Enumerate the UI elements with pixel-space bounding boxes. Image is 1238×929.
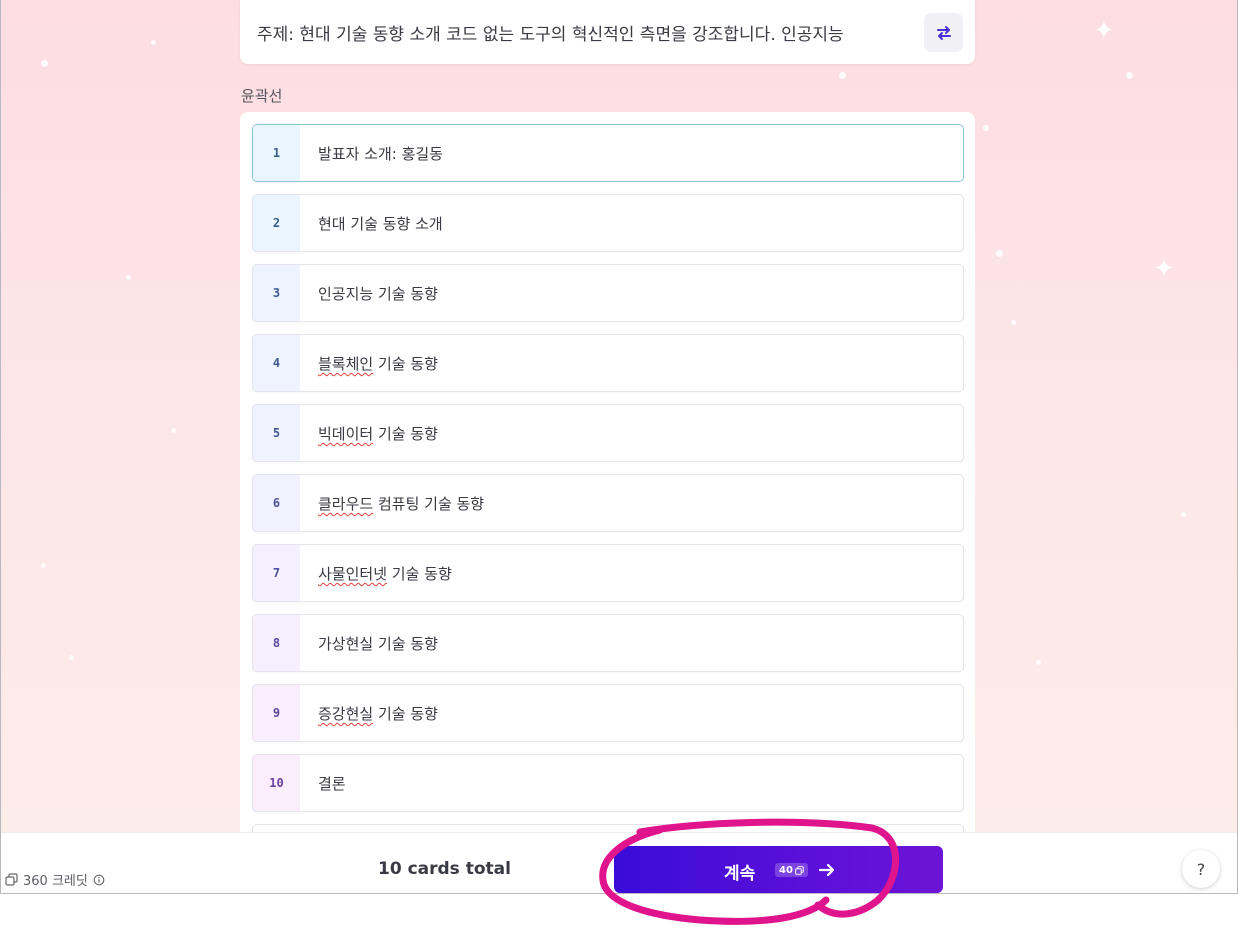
outline-text[interactable]: 사물인터넷 기술 동향 — [318, 563, 452, 584]
outline-number: 8 — [253, 615, 300, 671]
outline-number: 2 — [253, 195, 300, 251]
outline-text[interactable]: 발표자 소개: 홍길동 — [318, 143, 443, 164]
sparkle-decoration — [1036, 660, 1041, 665]
outline-item[interactable]: 3 인공지능 기술 동향 — [252, 264, 964, 322]
outline-label: 윤곽선 — [241, 87, 283, 105]
outline-number: 4 — [253, 335, 300, 391]
outline-number: 7 — [253, 545, 300, 601]
outline-item[interactable]: 9 증강현실 기술 동향 — [252, 684, 964, 742]
credits-display[interactable]: 360 크레딧 — [5, 870, 105, 889]
star-decoration: ✦ — [1153, 254, 1175, 284]
outline-item[interactable]: 8 가상현실 기술 동향 — [252, 614, 964, 672]
outline-item[interactable]: 5 빅데이터 기술 동향 — [252, 404, 964, 462]
footer-bar: 360 크레딧 10 cards total 계속 40 ? — [1, 832, 1237, 893]
outline-item[interactable]: 1 발표자 소개: 홍길동 — [252, 124, 964, 182]
outline-text[interactable]: 현대 기술 동향 소개 — [318, 213, 443, 234]
swap-icon — [936, 25, 951, 40]
sparkle-decoration — [1126, 72, 1133, 79]
sparkle-decoration — [983, 125, 989, 131]
sparkle-decoration — [126, 275, 131, 280]
outline-number: 9 — [253, 685, 300, 741]
outline-item[interactable]: 6 클라우드 컴퓨팅 기술 동향 — [252, 474, 964, 532]
sparkle-decoration — [1181, 512, 1186, 517]
credits-text: 360 크레딧 — [23, 874, 88, 889]
outline-item[interactable]: 4 블록체인 기술 동향 — [252, 334, 964, 392]
cards-total: 10 cards total — [378, 859, 511, 879]
credits-icon — [795, 865, 804, 875]
help-button[interactable]: ? — [1182, 850, 1220, 888]
app-window: ✦ ✦ 주제: 현대 기술 동향 소개 코드 없는 도구의 혁신적인 측면을 강… — [0, 0, 1238, 894]
outline-text[interactable]: 인공지능 기술 동향 — [318, 283, 438, 304]
outline-text[interactable]: 결론 — [318, 773, 346, 794]
outline-item[interactable]: 7 사물인터넷 기술 동향 — [252, 544, 964, 602]
info-icon[interactable] — [93, 874, 105, 886]
sparkle-decoration — [996, 250, 1003, 257]
sparkle-decoration — [171, 428, 176, 433]
swap-button[interactable] — [924, 13, 963, 52]
cost-value: 40 — [779, 864, 793, 876]
sparkle-decoration — [41, 60, 48, 67]
outline-text[interactable]: 빅데이터 기술 동향 — [318, 423, 438, 444]
sparkle-decoration — [1011, 320, 1016, 325]
cost-badge: 40 — [775, 863, 808, 877]
outline-number: 1 — [253, 125, 300, 181]
outline-number: 5 — [253, 405, 300, 461]
outline-number: 10 — [253, 755, 300, 811]
sparkle-decoration — [151, 40, 156, 45]
credits-icon — [5, 873, 18, 886]
outline-text[interactable]: 클라우드 컴퓨팅 기술 동향 — [318, 493, 484, 514]
continue-button[interactable]: 계속 40 — [614, 846, 943, 893]
outline-item[interactable]: 2 현대 기술 동향 소개 — [252, 194, 964, 252]
star-decoration: ✦ — [1093, 16, 1115, 46]
continue-label: 계속 — [724, 864, 756, 884]
outline-number: 3 — [253, 265, 300, 321]
prompt-text[interactable]: 주제: 현대 기술 동향 소개 코드 없는 도구의 혁신적인 측면을 강조합니다… — [257, 20, 907, 45]
outline-text[interactable]: 블록체인 기술 동향 — [318, 353, 438, 374]
sparkle-decoration — [41, 563, 46, 568]
sparkle-decoration — [839, 72, 846, 79]
outline-panel: 1 발표자 소개: 홍길동 2 현대 기술 동향 소개 3 인공지능 기술 동향… — [240, 112, 975, 882]
outline-text[interactable]: 가상현실 기술 동향 — [318, 633, 438, 654]
sparkle-decoration — [69, 655, 74, 660]
prompt-box[interactable]: 주제: 현대 기술 동향 소개 코드 없는 도구의 혁신적인 측면을 강조합니다… — [240, 0, 975, 64]
outline-number: 6 — [253, 475, 300, 531]
outline-item[interactable]: 10 결론 — [252, 754, 964, 812]
outline-text[interactable]: 증강현실 기술 동향 — [318, 703, 438, 724]
arrow-right-icon — [818, 863, 835, 877]
